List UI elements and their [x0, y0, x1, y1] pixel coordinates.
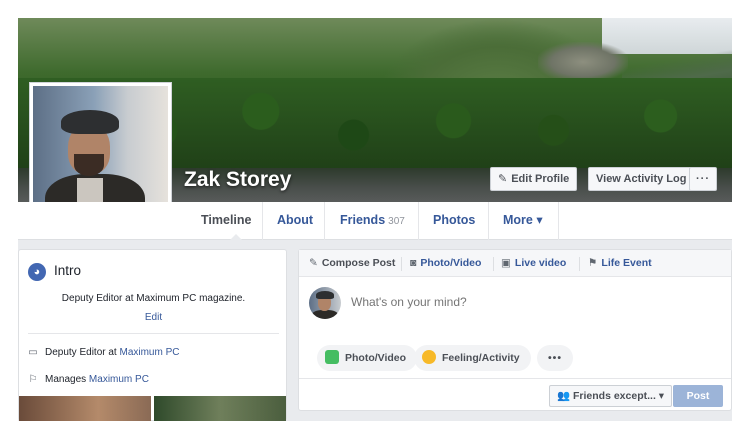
avatar-body [312, 310, 338, 319]
photo-beard [74, 154, 104, 176]
photo-thumbnail[interactable] [154, 396, 286, 421]
cover-rock [538, 42, 628, 82]
post-composer: ✎ Compose Post ◙ Photo/Video ▣ Live video ⚑… [298, 249, 732, 411]
tab-timeline-label: Timeline [201, 213, 252, 227]
smiley-icon [422, 350, 436, 364]
audience-label: Friends except... ▾ [573, 390, 665, 402]
edit-profile-label: Edit Profile [511, 173, 570, 185]
photo-thumbnail[interactable] [19, 396, 151, 421]
more-dots-icon: ••• [547, 352, 563, 364]
intro-edit-link[interactable]: Edit [19, 312, 288, 323]
video-icon: ▣ [501, 257, 511, 269]
more-dots-icon: ··· [696, 173, 710, 185]
intro-bio: Deputy Editor at Maximum PC magazine. [61, 293, 246, 304]
tab-more-label: More ▾ [503, 213, 543, 227]
status-input[interactable] [351, 295, 711, 309]
camera-icon: ◙ [410, 257, 417, 269]
intro-work-row: ▭ Deputy Editor at Maximum PC [27, 347, 179, 358]
tab-photos[interactable]: Photos [433, 202, 475, 240]
pencil-icon: ✎ [309, 257, 318, 269]
friends-count: 307 [388, 216, 405, 227]
tab-photos-label: Photos [433, 213, 476, 227]
photo-icon [325, 350, 339, 364]
tab-divider [324, 202, 325, 240]
composer-footer-divider [299, 378, 731, 379]
intro-manages-row: ⚐ Manages Maximum PC [27, 374, 149, 385]
tab-timeline[interactable]: Timeline [201, 202, 251, 240]
audience-selector[interactable]: 👥 Friends except... ▾ [549, 385, 673, 407]
compose-post-label: Compose Post [321, 257, 396, 269]
view-activity-log-label: View Activity Log [596, 173, 687, 185]
pencil-icon: ✎ [498, 173, 508, 185]
tab-about-label: About [277, 213, 314, 227]
profile-name[interactable]: Zak Storey [184, 168, 291, 192]
view-activity-log-button[interactable]: View Activity Log [588, 167, 695, 191]
tab-divider [418, 202, 419, 240]
intro-manages-link[interactable]: Maximum PC [89, 374, 149, 385]
photo-video-label: Photo/Video [420, 257, 482, 269]
globe-icon: ◕ [28, 263, 46, 281]
intro-work-link[interactable]: Maximum PC [119, 347, 179, 358]
composer-avatar[interactable] [309, 287, 341, 319]
photo-cap [61, 110, 119, 134]
compose-post-tab[interactable]: ✎ Compose Post [309, 250, 395, 277]
friends-icon: 👥 [557, 390, 573, 402]
cover-more-button[interactable]: ··· [689, 167, 717, 191]
composer-divider [579, 257, 580, 271]
intro-title: Intro [54, 263, 82, 278]
profile-photo [33, 86, 168, 221]
tab-divider [488, 202, 489, 240]
intro-photos [19, 396, 286, 421]
photo-video-tab[interactable]: ◙ Photo/Video [410, 250, 481, 277]
intro-card: ◕ Intro Deputy Editor at Maximum PC maga… [18, 249, 287, 421]
composer-divider [493, 257, 494, 271]
life-event-label: Life Event [601, 257, 652, 269]
tab-divider [262, 202, 263, 240]
photo-video-button-label: Photo/Video [345, 352, 407, 364]
flag-icon: ⚑ [588, 257, 598, 269]
composer-divider [401, 257, 402, 271]
edit-profile-button[interactable]: ✎ Edit Profile [490, 167, 578, 191]
live-video-label: Live video [514, 257, 567, 269]
intro-work-text: Deputy Editor at [45, 347, 120, 358]
facebook-profile: Zak Storey ✎ Edit Profile View Activity L… [18, 18, 732, 421]
avatar-cap [316, 291, 334, 299]
flag-outline-icon: ⚐ [28, 374, 38, 385]
post-button[interactable]: Post [673, 385, 723, 407]
feeling-activity-label: Feeling/Activity [442, 352, 520, 364]
tab-friends[interactable]: Friends 307 [340, 202, 405, 240]
composer-more-button[interactable]: ••• [537, 345, 573, 371]
tab-friends-label: Friends [340, 213, 386, 227]
feeling-activity-button[interactable]: Feeling/Activity [414, 345, 531, 371]
live-video-tab[interactable]: ▣ Live video [501, 250, 566, 277]
composer-tab-bar: ✎ Compose Post ◙ Photo/Video ▣ Live video ⚑… [299, 250, 731, 277]
active-tab-caret [230, 234, 242, 240]
tab-more[interactable]: More ▾ [503, 202, 543, 240]
tab-divider [558, 202, 559, 240]
intro-manages-text: Manages [45, 374, 89, 385]
photo-video-button[interactable]: Photo/Video [317, 345, 418, 371]
life-event-tab[interactable]: ⚑ Life Event [588, 250, 652, 277]
briefcase-icon: ▭ [28, 347, 38, 358]
profile-tab-bar: Timeline About Friends 307 Photos More ▾ [18, 202, 732, 240]
intro-divider [28, 333, 279, 334]
tab-about[interactable]: About [277, 202, 313, 240]
